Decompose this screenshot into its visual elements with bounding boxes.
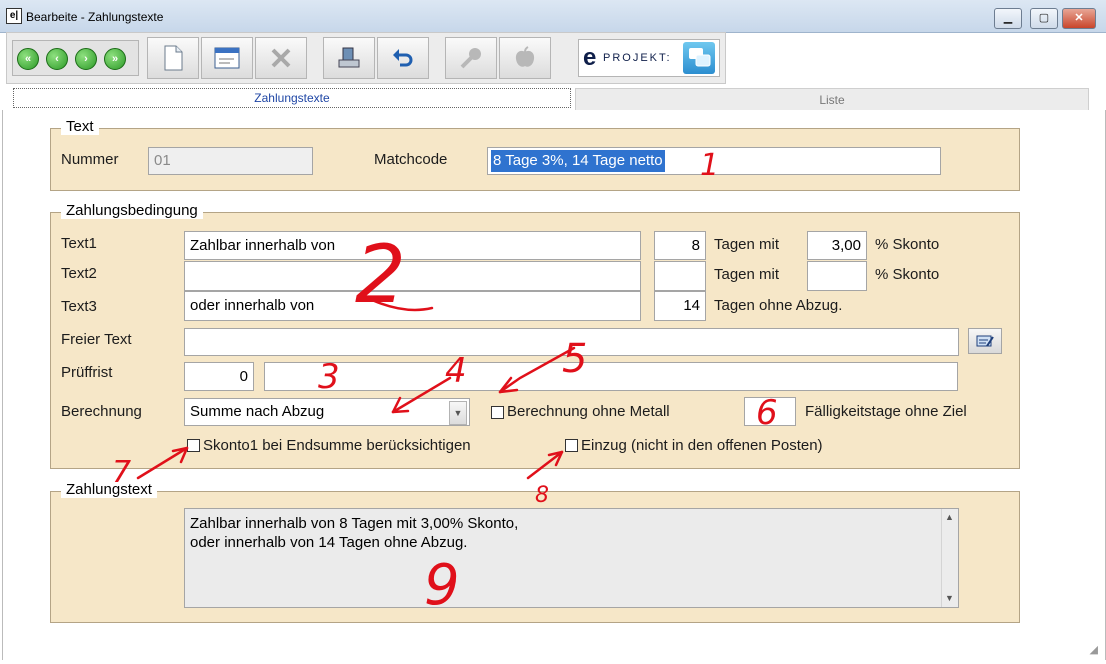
text3-field[interactable]: oder innerhalb von — [184, 291, 641, 321]
zahlungstext-legend: Zahlungstext — [61, 481, 157, 498]
text1-mid-label: Tagen mit — [714, 236, 780, 253]
previous-record-icon[interactable]: ‹ — [46, 48, 68, 70]
text1-days-field[interactable]: 8 — [654, 231, 706, 260]
text1-percent-field[interactable]: 3,00 — [807, 231, 867, 260]
berechnung-label: Berechnung — [61, 403, 142, 420]
brand-text: PROJEKT: — [603, 52, 672, 64]
save-button[interactable] — [323, 37, 375, 79]
faelligkeit-label: Fälligkeitstage ohne Ziel — [805, 403, 967, 420]
zahlungsbedingung-legend: Zahlungsbedingung — [61, 202, 203, 219]
nummer-label: Nummer — [61, 151, 119, 168]
vertical-scrollbar[interactable]: ▲ ▼ — [941, 509, 958, 607]
tab-liste[interactable]: Liste — [575, 88, 1089, 112]
text-group-legend: Text — [61, 118, 99, 135]
freier-text-label: Freier Text — [61, 331, 132, 348]
last-record-icon[interactable]: » — [104, 48, 126, 70]
notepad-icon — [976, 335, 994, 347]
prueffrist-field[interactable]: 0 — [184, 362, 254, 391]
text2-percent-field[interactable] — [807, 261, 867, 291]
toolbar: « ‹ › » e PROJEKT: — [6, 32, 726, 84]
zahlungstext-line-1: Zahlbar innerhalb von 8 Tagen mit 3,00% … — [190, 515, 519, 532]
title-bar: e| Bearbeite - Zahlungstexte ▁ ▢ ✕ — [0, 0, 1106, 33]
text3-days-field[interactable]: 14 — [654, 291, 706, 321]
berechnung-value: Summe nach Abzug — [190, 403, 325, 420]
scroll-down-icon[interactable]: ▼ — [945, 593, 954, 603]
text-lookup-button[interactable] — [968, 328, 1002, 354]
window-title: Bearbeite - Zahlungstexte — [26, 10, 164, 24]
save-icon — [338, 47, 360, 68]
skonto1-label: Skonto1 bei Endsumme berücksichtigen — [203, 437, 471, 454]
text2-field[interactable] — [184, 261, 641, 291]
text3-label: Text3 — [61, 298, 97, 315]
matchcode-label: Matchcode — [374, 151, 448, 168]
maximize-button[interactable]: ▢ — [1030, 8, 1058, 29]
new-document-button[interactable] — [147, 37, 199, 79]
apple-button[interactable] — [499, 37, 551, 79]
matchcode-field[interactable]: 8 Tage 3%, 14 Tage netto — [487, 147, 941, 175]
resize-grip-icon[interactable]: ◢ — [1090, 643, 1098, 656]
delete-button[interactable] — [255, 37, 307, 79]
close-button[interactable]: ✕ — [1062, 8, 1096, 29]
undo-button[interactable] — [377, 37, 429, 79]
next-record-icon[interactable]: › — [75, 48, 97, 70]
minimize-button[interactable]: ▁ — [994, 8, 1022, 29]
zahlungstext-textarea[interactable]: Zahlbar innerhalb von 8 Tagen mit 3,00% … — [184, 508, 959, 608]
key-icon — [460, 48, 481, 69]
text1-field[interactable]: Zahlbar innerhalb von — [184, 231, 641, 260]
apple-icon — [515, 46, 535, 67]
freier-text-field[interactable] — [184, 328, 959, 356]
ohne-metall-checkbox[interactable] — [491, 406, 504, 419]
scroll-up-icon[interactable]: ▲ — [945, 512, 954, 522]
berechnung-select[interactable]: Summe nach Abzug ▼ — [184, 398, 470, 426]
nummer-field[interactable]: 01 — [148, 147, 313, 175]
faelligkeit-field[interactable] — [744, 397, 796, 426]
prueffrist-label: Prüffrist — [61, 364, 113, 381]
edit-form-button[interactable] — [201, 37, 253, 79]
application-window: e| Bearbeite - Zahlungstexte ▁ ▢ ✕ « ‹ ›… — [0, 0, 1106, 664]
chevron-down-icon[interactable]: ▼ — [449, 401, 467, 425]
text1-label: Text1 — [61, 235, 97, 252]
key-button[interactable] — [445, 37, 497, 79]
record-navigation: « ‹ › » — [12, 40, 139, 76]
einzug-checkbox[interactable] — [565, 439, 578, 452]
new-document-icon — [164, 45, 183, 71]
edit-form-icon — [214, 47, 240, 69]
skonto1-checkbox[interactable] — [187, 439, 200, 452]
prueffrist-text-field[interactable] — [264, 362, 958, 391]
ohne-metall-label: Berechnung ohne Metall — [507, 403, 670, 420]
zahlungstext-line-2: oder innerhalb von 14 Tagen ohne Abzug. — [190, 534, 468, 551]
text2-mid-label: Tagen mit — [714, 266, 780, 283]
brand-e: e — [583, 44, 597, 71]
matchcode-value: 8 Tage 3%, 14 Tage netto — [491, 150, 665, 172]
text2-suffix-label: % Skonto — [875, 266, 940, 283]
delete-icon — [271, 48, 291, 68]
text1-suffix-label: % Skonto — [875, 236, 940, 253]
tab-zahlungstexte[interactable]: Zahlungstexte — [13, 88, 571, 108]
app-icon: e| — [6, 8, 22, 24]
text2-days-field[interactable] — [654, 261, 706, 291]
first-record-icon[interactable]: « — [17, 48, 39, 70]
text2-label: Text2 — [61, 265, 97, 282]
einzug-label: Einzug (nicht in den offenen Posten) — [581, 437, 823, 454]
undo-icon — [393, 49, 413, 67]
chat-bubble-icon — [683, 42, 715, 74]
eprojekt-brand[interactable]: e PROJEKT: — [578, 39, 720, 77]
text3-mid-label: Tagen ohne Abzug. — [714, 297, 843, 314]
